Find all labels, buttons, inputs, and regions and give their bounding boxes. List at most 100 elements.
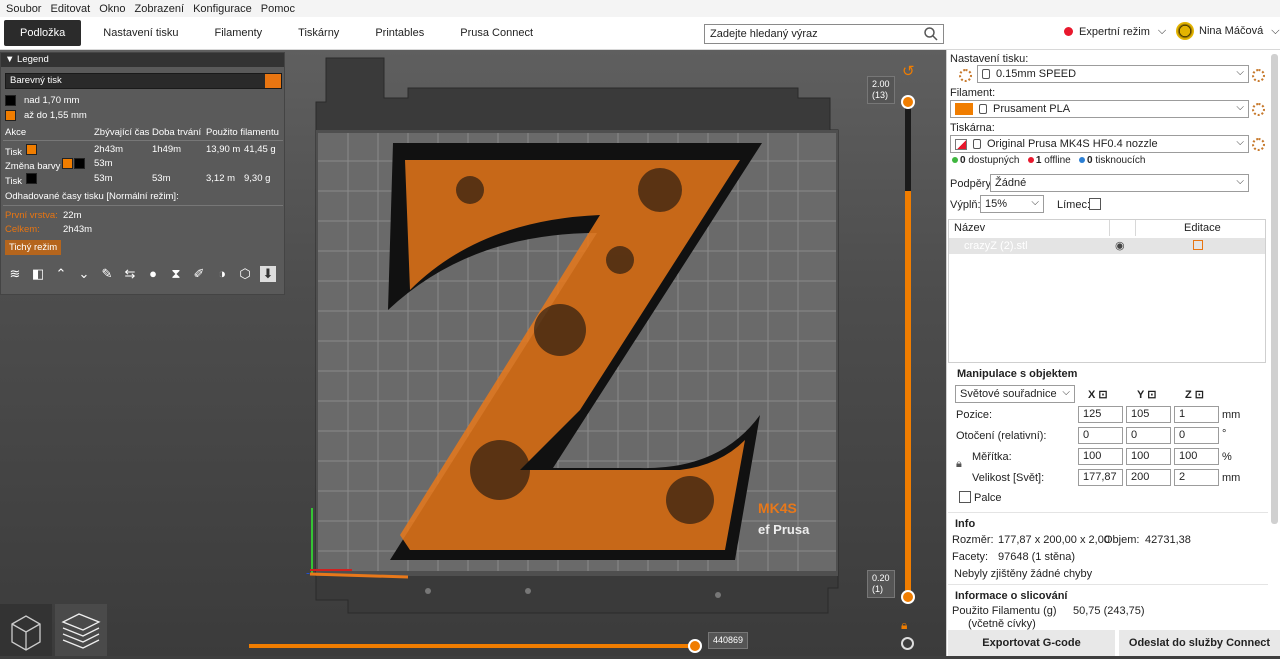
first-layer-label: První vrstva: <box>5 210 58 221</box>
size-y-input[interactable]: 200 <box>1126 469 1171 486</box>
row-tisk-1: Tisk <box>5 144 45 158</box>
sidebar-scrollbar[interactable] <box>1271 54 1278 524</box>
user-menu[interactable]: Nina Máčová ⌵ <box>1176 22 1280 40</box>
quiet-mode-button[interactable]: Tichý režim <box>5 240 62 255</box>
send-to-connect-button[interactable]: Odeslat do služby Connect <box>1119 630 1280 656</box>
view-preview-button[interactable] <box>55 604 107 656</box>
center-of-gravity-icon[interactable]: ◑ <box>214 266 230 282</box>
col-doba: Doba trvání <box>152 127 202 138</box>
view-3d-button[interactable] <box>0 604 52 656</box>
layer-top-label: 2.00 (13) <box>867 76 895 104</box>
print-profile-select[interactable]: 0.15mm SPEED ⌵ <box>977 65 1249 83</box>
size-z-input[interactable]: 2 <box>1174 469 1219 486</box>
color-changes-icon[interactable]: ● <box>145 266 161 282</box>
tab-nastaveni-tisku[interactable]: Nastavení tisku <box>85 20 196 46</box>
inches-checkbox[interactable] <box>959 491 971 503</box>
menu-konfigurace[interactable]: Konfigurace <box>193 3 252 15</box>
scale-x-input[interactable]: 100 <box>1078 448 1123 465</box>
tab-filamenty[interactable]: Filamenty <box>196 20 280 46</box>
layers-icon <box>61 613 101 649</box>
row-length: 13,90 m <box>206 144 241 155</box>
gear-icon[interactable] <box>1252 138 1265 151</box>
estimated-times-header: Odhadované časy tisku [Normální režim]: <box>5 191 179 202</box>
filament-select[interactable]: Prusament PLA ⌵ <box>950 100 1249 118</box>
layer-slider-top-handle[interactable] <box>901 95 915 109</box>
bed-brand-label: MK4S <box>758 500 797 516</box>
gear-icon[interactable] <box>1252 103 1265 116</box>
tool-changes-icon[interactable]: ⇆ <box>122 266 138 282</box>
travel-icon[interactable]: ≋ <box>7 266 23 282</box>
total-value: 2h43m <box>63 224 93 235</box>
eye-icon[interactable]: ◉ <box>1115 239 1125 252</box>
mode-indicator-icon <box>1064 27 1073 36</box>
menu-pomoc[interactable]: Pomoc <box>261 3 295 15</box>
gear-icon[interactable] <box>1252 69 1265 82</box>
seams-icon[interactable]: ✎ <box>99 266 115 282</box>
printer-label: Tiskárna: <box>950 122 995 134</box>
rotation-unit: ° <box>1222 428 1227 440</box>
top-tab-bar: Podložka Nastavení tisku Filamenty Tiská… <box>0 17 1280 50</box>
rotation-z-input[interactable]: 0 <box>1174 427 1219 444</box>
position-z-input[interactable]: 1 <box>1174 406 1219 423</box>
tab-printables[interactable]: Printables <box>357 20 442 46</box>
menu-zobrazeni[interactable]: Zobrazení <box>135 3 185 15</box>
chevron-down-icon: ⌵ <box>1271 24 1280 37</box>
undo-icon[interactable]: ↺ <box>902 62 915 80</box>
lock-icon[interactable]: 🔒︎ <box>956 458 962 471</box>
pause-icon[interactable]: ⧗ <box>168 266 184 282</box>
retractions-icon[interactable]: ⌃ <box>53 266 69 282</box>
scale-y-input[interactable]: 100 <box>1126 448 1171 465</box>
wipe-icon[interactable]: ◧ <box>30 266 46 282</box>
legend-header[interactable]: ▼ Legend <box>1 53 284 67</box>
infill-select[interactable]: 15% ⌵ <box>980 195 1044 213</box>
expert-mode-selector[interactable]: Expertní režim ⌵ <box>1064 25 1166 38</box>
bed-brand-sub: ef Prusa <box>758 522 810 537</box>
menu-soubor[interactable]: Soubor <box>6 3 41 15</box>
layer-slider-bottom-handle[interactable] <box>901 590 915 604</box>
coord-system-select[interactable]: Světové souřadnice ⌵ <box>955 385 1075 403</box>
lock-icon[interactable]: 🔒︎ <box>901 618 907 633</box>
tab-tiskarny[interactable]: Tiskárny <box>280 20 357 46</box>
chevron-down-icon: ⌵ <box>1236 102 1244 113</box>
shells-icon[interactable]: ⬡ <box>237 266 253 282</box>
menu-okno[interactable]: Okno <box>99 3 125 15</box>
list-item[interactable]: crazyZ (2).stl ◉ <box>949 238 1265 254</box>
row-weight: 41,45 g <box>244 144 276 155</box>
search-icon[interactable] <box>923 26 939 42</box>
user-name: Nina Máčová <box>1199 25 1264 37</box>
supports-select[interactable]: Žádné ⌵ <box>990 174 1249 192</box>
menu-editovat[interactable]: Editovat <box>50 3 90 15</box>
brim-checkbox[interactable] <box>1089 198 1101 210</box>
move-slider[interactable] <box>249 644 695 648</box>
rotation-y-input[interactable]: 0 <box>1126 427 1171 444</box>
layer-slider[interactable] <box>905 101 911 597</box>
row-remaining: 2h43m <box>94 144 124 155</box>
legend-item-label: nad 1,70 mm <box>24 95 80 106</box>
printer-select[interactable]: Original Prusa MK4S HF0.4 nozzle ⌵ <box>950 135 1249 153</box>
filament-label: Filament: <box>950 87 996 99</box>
layer-bottom-label: 0.20 (1) <box>867 570 895 598</box>
move-slider-handle[interactable] <box>688 639 702 653</box>
edit-icon[interactable] <box>1193 240 1203 250</box>
col-pouzito: Použito filamentu <box>206 127 279 138</box>
rotation-x-input[interactable]: 0 <box>1078 427 1123 444</box>
view-mode-select[interactable]: Barevný tisk <box>5 73 282 89</box>
size-x-input[interactable]: 177,87 <box>1078 469 1123 486</box>
export-gcode-button[interactable]: Exportovat G-code <box>948 630 1115 656</box>
volume-label: Objem: <box>1104 534 1140 546</box>
color-swatch <box>5 110 16 121</box>
custom-gcode-icon[interactable]: ✐ <box>191 266 207 282</box>
tab-podlozka[interactable]: Podložka <box>4 20 82 46</box>
scale-z-input[interactable]: 100 <box>1174 448 1219 465</box>
position-x-input[interactable]: 125 <box>1078 406 1123 423</box>
facets-label: Facety: <box>952 551 989 563</box>
tab-prusa-connect[interactable]: Prusa Connect <box>442 20 551 46</box>
volume-value: 42731,38 <box>1145 534 1191 546</box>
deretractions-icon[interactable]: ⌄ <box>76 266 92 282</box>
position-y-input[interactable]: 105 <box>1126 406 1171 423</box>
tool-marker-icon[interactable]: ⬇ <box>260 266 276 282</box>
search-input[interactable]: Zadejte hledaný výraz <box>704 24 944 44</box>
settings-icon[interactable] <box>901 637 914 650</box>
col-zbyvajici: Zbývající čas <box>94 127 150 138</box>
rotation-label: Otočení (relativní): <box>956 430 1047 442</box>
